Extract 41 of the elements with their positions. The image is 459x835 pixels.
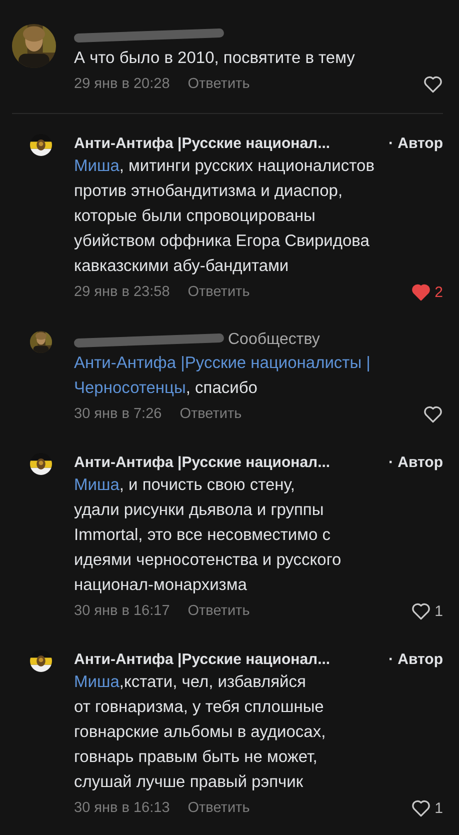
comment-date: 30 янв в 16:13 xyxy=(74,800,170,816)
mention-link[interactable]: Анти-Антифа |Русские националисты | xyxy=(74,354,370,372)
comment-text: , и почисть свою стену, xyxy=(119,476,295,494)
reply-link[interactable]: Ответить xyxy=(188,800,250,816)
comment-text: кавказскими абу-бандитами xyxy=(74,257,289,275)
comment-date: 29 янв в 20:28 xyxy=(74,76,170,92)
comment-text: убийством оффника Егора Свиридова xyxy=(74,232,370,250)
comment-text: , спасибо xyxy=(186,379,258,397)
author-name[interactable]: Анти-Антифа |Русские национал... xyxy=(74,454,330,470)
author-label: · Автор xyxy=(388,650,443,668)
mention-link[interactable]: Миша xyxy=(74,673,120,691)
comment-text: от говнаризма, у тебя сплошные xyxy=(74,698,324,716)
comment-text: говнарь правым быть не может, xyxy=(74,748,318,766)
like-button[interactable] xyxy=(423,75,443,93)
comment-text: слушай лучше правый рэпчик xyxy=(74,773,304,791)
comment-text: идеями черносотенства и русского xyxy=(74,551,342,569)
comment-text: удали рисунки дьявола и группы xyxy=(74,501,324,519)
reply-to-label: Сообществу xyxy=(228,331,320,349)
mention-link[interactable]: Черносотенцы xyxy=(74,379,186,397)
reply-link[interactable]: Ответить xyxy=(188,284,250,300)
reply-link[interactable]: Ответить xyxy=(188,76,250,92)
author-label: · Автор xyxy=(388,454,443,470)
comment-text: ,кстати, чел, избавляйся xyxy=(119,673,306,691)
comment-date: 30 янв в 7:26 xyxy=(74,406,162,422)
author-name[interactable]: Анти-Антифа |Русские национал... xyxy=(74,134,330,152)
reply-link[interactable]: Ответить xyxy=(180,406,242,422)
comment-date: 30 янв в 16:17 xyxy=(74,603,170,619)
mention-link[interactable]: Миша xyxy=(74,476,120,494)
comment-text: Immortal, это все несовместимо с xyxy=(74,526,330,544)
like-button[interactable] xyxy=(423,405,443,423)
comment-text: которые были спровоцированы xyxy=(74,207,316,225)
reply-link[interactable]: Ответить xyxy=(188,603,250,619)
comment-date: 29 янв в 23:58 xyxy=(74,284,170,300)
comment-text: , митинги русских националистов xyxy=(119,157,374,175)
comment-text: против этнобандитизма и диаспор, xyxy=(74,182,343,200)
author-name[interactable]: Анти-Антифа |Русские национал... xyxy=(74,650,330,668)
author-label: · Автор xyxy=(388,134,443,152)
comment-text: говнарские альбомы в аудиосах, xyxy=(74,723,326,741)
comment-text: А что было в 2010, посвятите в тему xyxy=(74,49,355,67)
comment-text: национал-монархизма xyxy=(74,576,247,594)
mention-link[interactable]: Миша xyxy=(74,157,120,175)
